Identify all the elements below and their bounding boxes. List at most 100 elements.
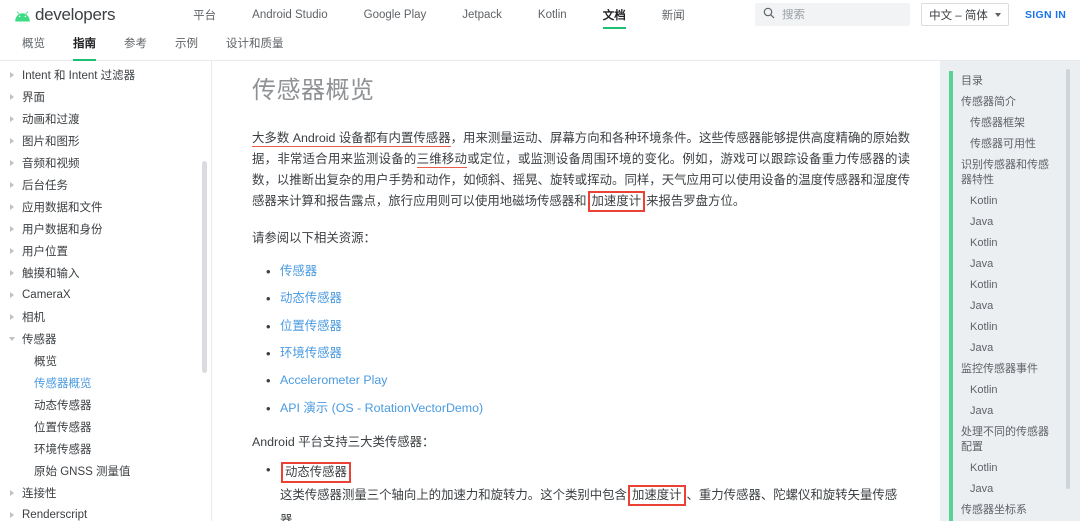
search-box[interactable] — [755, 3, 910, 26]
sidebar-item-app-data-files[interactable]: 应用数据和文件 — [0, 196, 211, 218]
toc-item-coordinate-system[interactable]: 传感器坐标系 — [940, 500, 1080, 521]
chevron-right-icon — [6, 116, 18, 122]
sidebar-item-environment-sensors[interactable]: 环境传感器 — [0, 438, 211, 460]
nav-item-platform[interactable]: 平台 — [175, 0, 234, 29]
sidebar-item-sensors-overview[interactable]: 概览 — [0, 350, 211, 372]
toc-item-kotlin-4[interactable]: Kotlin — [940, 317, 1080, 338]
annotated-underline-1: 大多数 Android 设备都有内置传感器 — [252, 131, 451, 147]
sidebar-item-audio-video[interactable]: 音频和视频 — [0, 152, 211, 174]
toc-item-kotlin-1[interactable]: Kotlin — [940, 191, 1080, 212]
sidebar-item-label: 位置传感器 — [30, 419, 92, 435]
annotated-box-accelerometer-2: 加速度计 — [628, 485, 686, 506]
sidebar-scrollbar[interactable] — [202, 161, 207, 373]
toc-item-monitor-sensor-events[interactable]: 监控传感器事件 — [940, 359, 1080, 380]
list-item[interactable]: 位置传感器 — [280, 313, 910, 340]
sidebar-item-label: 图片和图形 — [18, 133, 80, 149]
sidebar-item-animation[interactable]: 动画和过渡 — [0, 108, 211, 130]
nav-item-jetpack[interactable]: Jetpack — [444, 0, 520, 29]
language-selector[interactable]: 中文 – 简体 — [921, 3, 1009, 26]
annotated-box-motion-sensors: 动态传感器 — [281, 462, 351, 483]
list-item[interactable]: API 演示 (OS - RotationVectorDemo) — [280, 395, 910, 422]
sidebar-item-label: Renderscript — [18, 509, 87, 521]
sidebar-item-position-sensors[interactable]: 位置传感器 — [0, 416, 211, 438]
site-logo[interactable]: developers — [14, 6, 115, 23]
sidebar-item-label: CameraX — [18, 289, 71, 301]
list-item[interactable]: 传感器 — [280, 258, 910, 285]
toc-item-kotlin-2[interactable]: Kotlin — [940, 233, 1080, 254]
toc-item-sensor-availability[interactable]: 传感器可用性 — [940, 134, 1080, 155]
nav-item-google-play[interactable]: Google Play — [346, 0, 445, 29]
top-header-bar: developers 平台 Android Studio Google Play… — [0, 0, 1080, 29]
nav-item-android-studio[interactable]: Android Studio — [234, 0, 345, 29]
sidebar-item-background-tasks[interactable]: 后台任务 — [0, 174, 211, 196]
sidebar-item-ui[interactable]: 界面 — [0, 86, 211, 108]
sidebar-item-label: 用户数据和身份 — [18, 221, 103, 237]
tab-reference[interactable]: 参考 — [110, 35, 161, 60]
chevron-right-icon — [6, 204, 18, 210]
sidebar-item-label: 应用数据和文件 — [18, 199, 103, 215]
toc-item-sensor-intro[interactable]: 传感器简介 — [940, 92, 1080, 113]
sidebar-item-images-graphics[interactable]: 图片和图形 — [0, 130, 211, 152]
toc-scrollbar[interactable] — [1066, 69, 1070, 489]
toc-heading: 目录 — [940, 71, 1080, 92]
list-item[interactable]: Accelerometer Play — [280, 367, 910, 394]
sidebar-item-raw-gnss[interactable]: 原始 GNSS 测量值 — [0, 460, 211, 482]
sidebar-item-label: 动态传感器 — [30, 397, 92, 413]
toc-item-handle-configs[interactable]: 处理不同的传感器配置 — [940, 422, 1080, 458]
sidebar-item-sensors[interactable]: 传感器 — [0, 328, 211, 350]
left-sidebar-nav: Intent 和 Intent 过滤器 界面 动画和过渡 图片和图形 音频和视频… — [0, 61, 212, 521]
toc-item-identify-sensors[interactable]: 识别传感器和传感器特性 — [940, 155, 1080, 191]
nav-item-news[interactable]: 新闻 — [644, 0, 703, 29]
category-description: 这类传感器测量三个轴向上的加速力和旋转力。这个类别中包含加速度计、重力传感器、陀… — [280, 483, 910, 521]
nav-item-docs[interactable]: 文档 — [585, 0, 644, 29]
android-robot-icon — [14, 9, 31, 20]
tab-overview[interactable]: 概览 — [8, 35, 59, 60]
chevron-right-icon — [6, 270, 18, 276]
tab-design-quality[interactable]: 设计和质量 — [212, 35, 298, 60]
toc-item-kotlin-6[interactable]: Kotlin — [940, 458, 1080, 479]
sidebar-item-user-location[interactable]: 用户位置 — [0, 240, 211, 262]
sidebar-item-label: 触摸和输入 — [18, 265, 80, 281]
sidebar-item-camerax[interactable]: CameraX — [0, 284, 211, 306]
sidebar-item-label: 连接性 — [18, 485, 57, 501]
list-item[interactable]: 动态传感器 — [280, 285, 910, 312]
toc-item-sensor-framework[interactable]: 传感器框架 — [940, 113, 1080, 134]
sidebar-item-motion-sensors[interactable]: 动态传感器 — [0, 394, 211, 416]
toc-item-kotlin-3[interactable]: Kotlin — [940, 275, 1080, 296]
sidebar-item-label: 后台任务 — [18, 177, 68, 193]
sidebar-item-touch-input[interactable]: 触摸和输入 — [0, 262, 211, 284]
sidebar-item-camera[interactable]: 相机 — [0, 306, 211, 328]
language-label: 中文 – 简体 — [929, 7, 988, 23]
toc-item-java-6[interactable]: Java — [940, 479, 1080, 500]
toc-item-kotlin-5[interactable]: Kotlin — [940, 380, 1080, 401]
chevron-right-icon — [6, 490, 18, 496]
sidebar-item-intent[interactable]: Intent 和 Intent 过滤器 — [0, 64, 211, 86]
toc-item-java-4[interactable]: Java — [940, 338, 1080, 359]
chevron-right-icon — [6, 248, 18, 254]
chevron-right-icon — [6, 138, 18, 144]
paragraph-text-6: 来报告罗盘方位。 — [646, 194, 745, 208]
nav-item-kotlin[interactable]: Kotlin — [520, 0, 585, 29]
toc-item-java-3[interactable]: Java — [940, 296, 1080, 317]
sidebar-item-label: Intent 和 Intent 过滤器 — [18, 67, 135, 83]
sidebar-item-sensors-intro[interactable]: 传感器概览 — [0, 372, 211, 394]
search-input[interactable] — [782, 9, 892, 21]
chevron-down-icon — [6, 337, 18, 341]
resource-link-list: 传感器 动态传感器 位置传感器 环境传感器 Accelerometer Play… — [252, 258, 910, 422]
list-item[interactable]: 环境传感器 — [280, 340, 910, 367]
sidebar-item-user-data-identity[interactable]: 用户数据和身份 — [0, 218, 211, 240]
chevron-down-icon — [995, 13, 1001, 17]
tab-guides[interactable]: 指南 — [59, 35, 110, 60]
sidebar-item-label: 传感器 — [18, 331, 57, 347]
sidebar-item-renderscript[interactable]: Renderscript — [0, 504, 211, 521]
toc-item-java-5[interactable]: Java — [940, 401, 1080, 422]
sign-in-button[interactable]: SIGN IN — [1025, 9, 1066, 21]
categories-intro: Android 平台支持三大类传感器： — [252, 432, 910, 450]
tab-samples[interactable]: 示例 — [161, 35, 212, 60]
toc-item-java-1[interactable]: Java — [940, 212, 1080, 233]
chevron-right-icon — [6, 226, 18, 232]
toc-item-java-2[interactable]: Java — [940, 254, 1080, 275]
section-tabs: 概览 指南 参考 示例 设计和质量 — [0, 29, 1080, 61]
sidebar-item-connectivity[interactable]: 连接性 — [0, 482, 211, 504]
sidebar-item-label: 概览 — [30, 353, 57, 369]
